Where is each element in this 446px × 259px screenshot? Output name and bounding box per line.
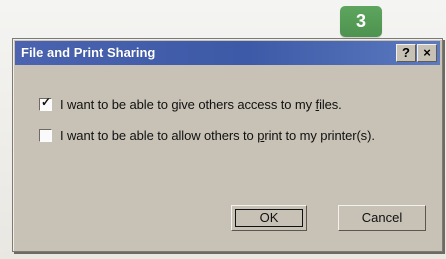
dialog-title: File and Print Sharing xyxy=(21,45,156,60)
close-button[interactable]: × xyxy=(417,44,437,62)
ok-button[interactable]: OK xyxy=(231,205,307,231)
cancel-button[interactable]: Cancel xyxy=(338,205,426,231)
checkmark-icon: ✓ xyxy=(41,95,52,109)
help-icon: ? xyxy=(402,45,410,60)
share-files-label: I want to be able to give others access … xyxy=(60,97,342,112)
title-bar[interactable]: File and Print Sharing ? × xyxy=(15,41,440,65)
share-files-checkbox[interactable]: ✓ xyxy=(39,95,52,111)
close-icon: × xyxy=(423,45,431,60)
help-button[interactable]: ? xyxy=(396,44,416,62)
file-and-print-sharing-dialog: File and Print Sharing ? × ✓ I want to b… xyxy=(12,38,443,252)
share-printer-label: I want to be able to allow others to pri… xyxy=(60,128,375,143)
share-printer-option[interactable]: I want to be able to allow others to pri… xyxy=(39,128,375,143)
share-files-option[interactable]: ✓ I want to be able to give others acces… xyxy=(39,95,342,112)
step-badge: 3 xyxy=(340,6,382,37)
share-printer-checkbox[interactable] xyxy=(39,129,52,142)
